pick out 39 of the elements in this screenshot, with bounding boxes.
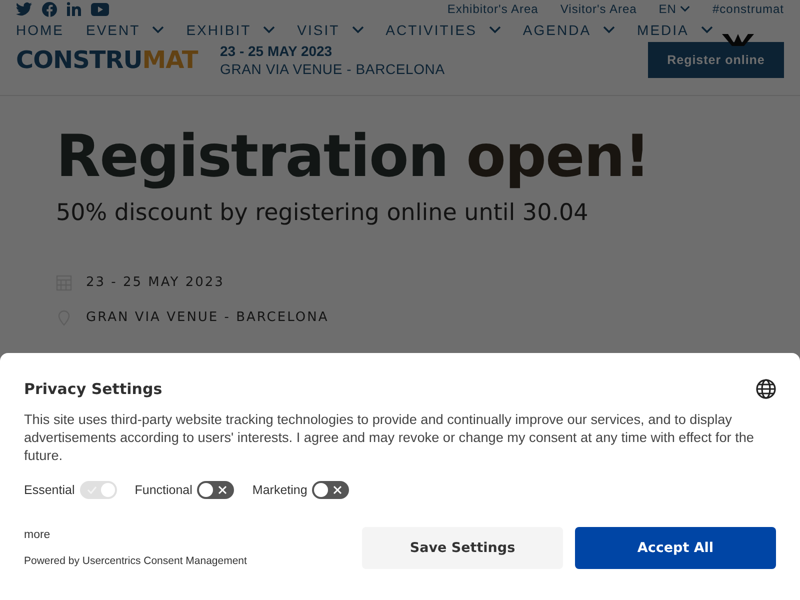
event-dates: 23 - 25 MAY 2023 [220, 43, 334, 59]
linkedin-icon[interactable] [67, 2, 81, 16]
consent-toggle[interactable] [312, 481, 350, 499]
cross-icon [332, 484, 344, 496]
nav-item[interactable]: VISIT [297, 22, 364, 38]
toggle-label: Essential [24, 483, 75, 497]
nav-item[interactable]: AGENDA [522, 22, 616, 38]
nav-item[interactable]: ACTIVITIES [386, 22, 501, 38]
nav-item[interactable]: EVENT [86, 22, 164, 38]
toggle-label: Marketing [252, 483, 308, 497]
facebook-icon[interactable] [42, 2, 57, 16]
consent-text: This site uses third-party website tracking technologies to provide and continually improve our services, and to display advertisements according to users' interests. I agree and may revoke or change my consent at any time with effect for the future. [24, 411, 755, 465]
nav-item[interactable]: EXHIBIT [186, 22, 276, 38]
more-link[interactable]: more [24, 529, 50, 541]
toggle-label: Functional [134, 483, 192, 497]
hero-venue: GRAN VIA VENUE - BARCELONA [86, 310, 329, 325]
cross-icon [217, 484, 228, 496]
utility-link[interactable]: Visitor's Area [560, 2, 637, 16]
consent-toggle[interactable] [197, 481, 234, 499]
utility-link[interactable]: Exhibitor's Area [447, 2, 538, 16]
check-icon [86, 484, 98, 496]
banner-title: Privacy Settings [24, 380, 162, 398]
hero-dates: 23 - 25 MAY 2023 [86, 275, 224, 290]
save-settings-button[interactable]: Save Settings [362, 527, 563, 569]
utility-link[interactable]: #construmat [712, 2, 784, 16]
hero-subtitle: 50% discount by registering online until 30.04 [56, 200, 590, 226]
nav-item[interactable]: HOME [16, 22, 64, 38]
utility-link[interactable]: EN [658, 2, 690, 16]
hero-title: Registration [56, 121, 448, 192]
register-button[interactable]: Register online [648, 42, 784, 78]
accept-all-button[interactable]: Accept All [575, 527, 776, 569]
logo[interactable]: CONSTRUMAT [16, 46, 220, 74]
twitter-icon[interactable] [16, 2, 32, 16]
language-globe-icon[interactable] [756, 379, 776, 399]
event-venue: GRAN VIA VENUE - BARCELONA [220, 61, 445, 77]
hero-title-accent: open! [466, 121, 650, 192]
youtube-icon[interactable] [91, 2, 109, 16]
nav-item[interactable]: MEDIA [637, 22, 713, 38]
powered-by-text: Powered by Usercentrics Consent Management [24, 555, 247, 567]
